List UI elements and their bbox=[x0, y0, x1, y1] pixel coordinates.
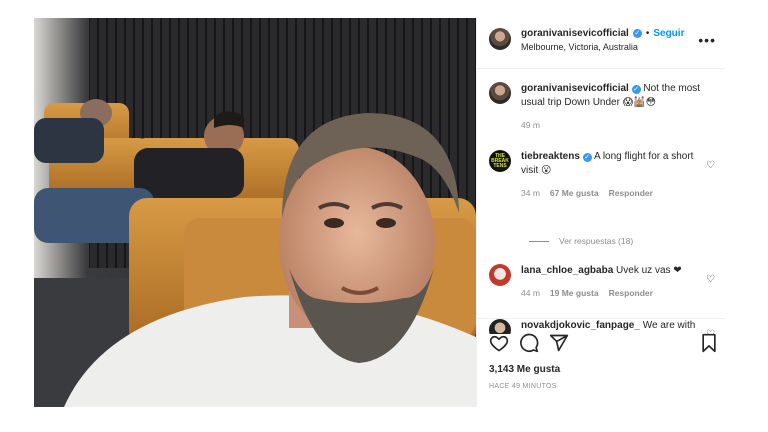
author-avatar[interactable] bbox=[489, 28, 511, 50]
more-options-icon[interactable]: ••• bbox=[698, 32, 716, 48]
comment-avatar[interactable] bbox=[489, 264, 511, 286]
post-location[interactable]: Melbourne, Victoria, Australia bbox=[521, 42, 684, 52]
caption-time[interactable]: 49 m bbox=[521, 118, 540, 132]
author-username[interactable]: goranivanisevicofficial bbox=[521, 28, 629, 39]
share-icon[interactable] bbox=[549, 333, 569, 353]
comment-avatar[interactable]: THE BREAK TENS bbox=[489, 150, 511, 172]
caption: goranivanisevicofficial ✓ Not the most u… bbox=[489, 82, 719, 132]
bookmark-icon[interactable] bbox=[699, 333, 719, 353]
view-replies-button[interactable]: Ver respuestas (18) bbox=[529, 236, 633, 246]
selfie-image bbox=[34, 18, 476, 407]
follow-button[interactable]: Seguir bbox=[653, 28, 684, 39]
divider bbox=[477, 68, 725, 69]
verified-badge-icon: ✓ bbox=[582, 153, 592, 162]
comment-time[interactable]: 44 m bbox=[521, 286, 540, 300]
comment-avatar[interactable] bbox=[489, 319, 511, 334]
comment-text: Uvek uz vas ❤ bbox=[616, 265, 682, 276]
heart-icon[interactable] bbox=[489, 333, 509, 353]
comment-item: novakdjokovic_fanpage_ We are with you ❤… bbox=[489, 319, 719, 334]
post-timestamp: HACE 49 MINUTOS bbox=[489, 383, 557, 390]
likes-count[interactable]: 3,143 Me gusta bbox=[489, 364, 560, 375]
comment-username[interactable]: tiebreaktens bbox=[521, 151, 580, 162]
comment-item: THE BREAK TENS tiebreaktens ✓ A long fli… bbox=[489, 150, 719, 200]
comments-list[interactable]: goranivanisevicofficial ✓ Not the most u… bbox=[489, 82, 719, 334]
verified-badge-icon: ✓ bbox=[632, 29, 642, 38]
comment-likes[interactable]: 67 Me gusta bbox=[550, 186, 599, 200]
reply-button[interactable]: Responder bbox=[609, 186, 653, 200]
post-actions bbox=[489, 333, 719, 355]
heart-icon[interactable]: ♡ bbox=[706, 274, 715, 285]
comment-likes[interactable]: 19 Me gusta bbox=[550, 286, 599, 300]
caption-avatar[interactable] bbox=[489, 82, 511, 104]
comment-username[interactable]: novakdjokovic_fanpage_ bbox=[521, 320, 640, 331]
post-photo[interactable] bbox=[34, 18, 476, 407]
comment-username[interactable]: lana_chloe_agbaba bbox=[521, 265, 613, 276]
verified-badge-icon: ✓ bbox=[631, 85, 641, 94]
heart-icon[interactable]: ♡ bbox=[706, 160, 715, 171]
comment-time[interactable]: 34 m bbox=[521, 186, 540, 200]
divider bbox=[477, 318, 725, 319]
comment-item: lana_chloe_agbaba Uvek uz vas ❤ 44 m 19 … bbox=[489, 264, 719, 300]
post-header: goranivanisevicofficial ✓ • Seguir Melbo… bbox=[489, 28, 719, 60]
post-side-panel: goranivanisevicofficial ✓ • Seguir Melbo… bbox=[476, 18, 725, 407]
comment-icon[interactable] bbox=[519, 333, 539, 353]
caption-username[interactable]: goranivanisevicofficial bbox=[521, 83, 629, 94]
reply-button[interactable]: Responder bbox=[609, 286, 653, 300]
replies-line bbox=[529, 240, 549, 242]
dot-separator: • bbox=[645, 28, 650, 39]
